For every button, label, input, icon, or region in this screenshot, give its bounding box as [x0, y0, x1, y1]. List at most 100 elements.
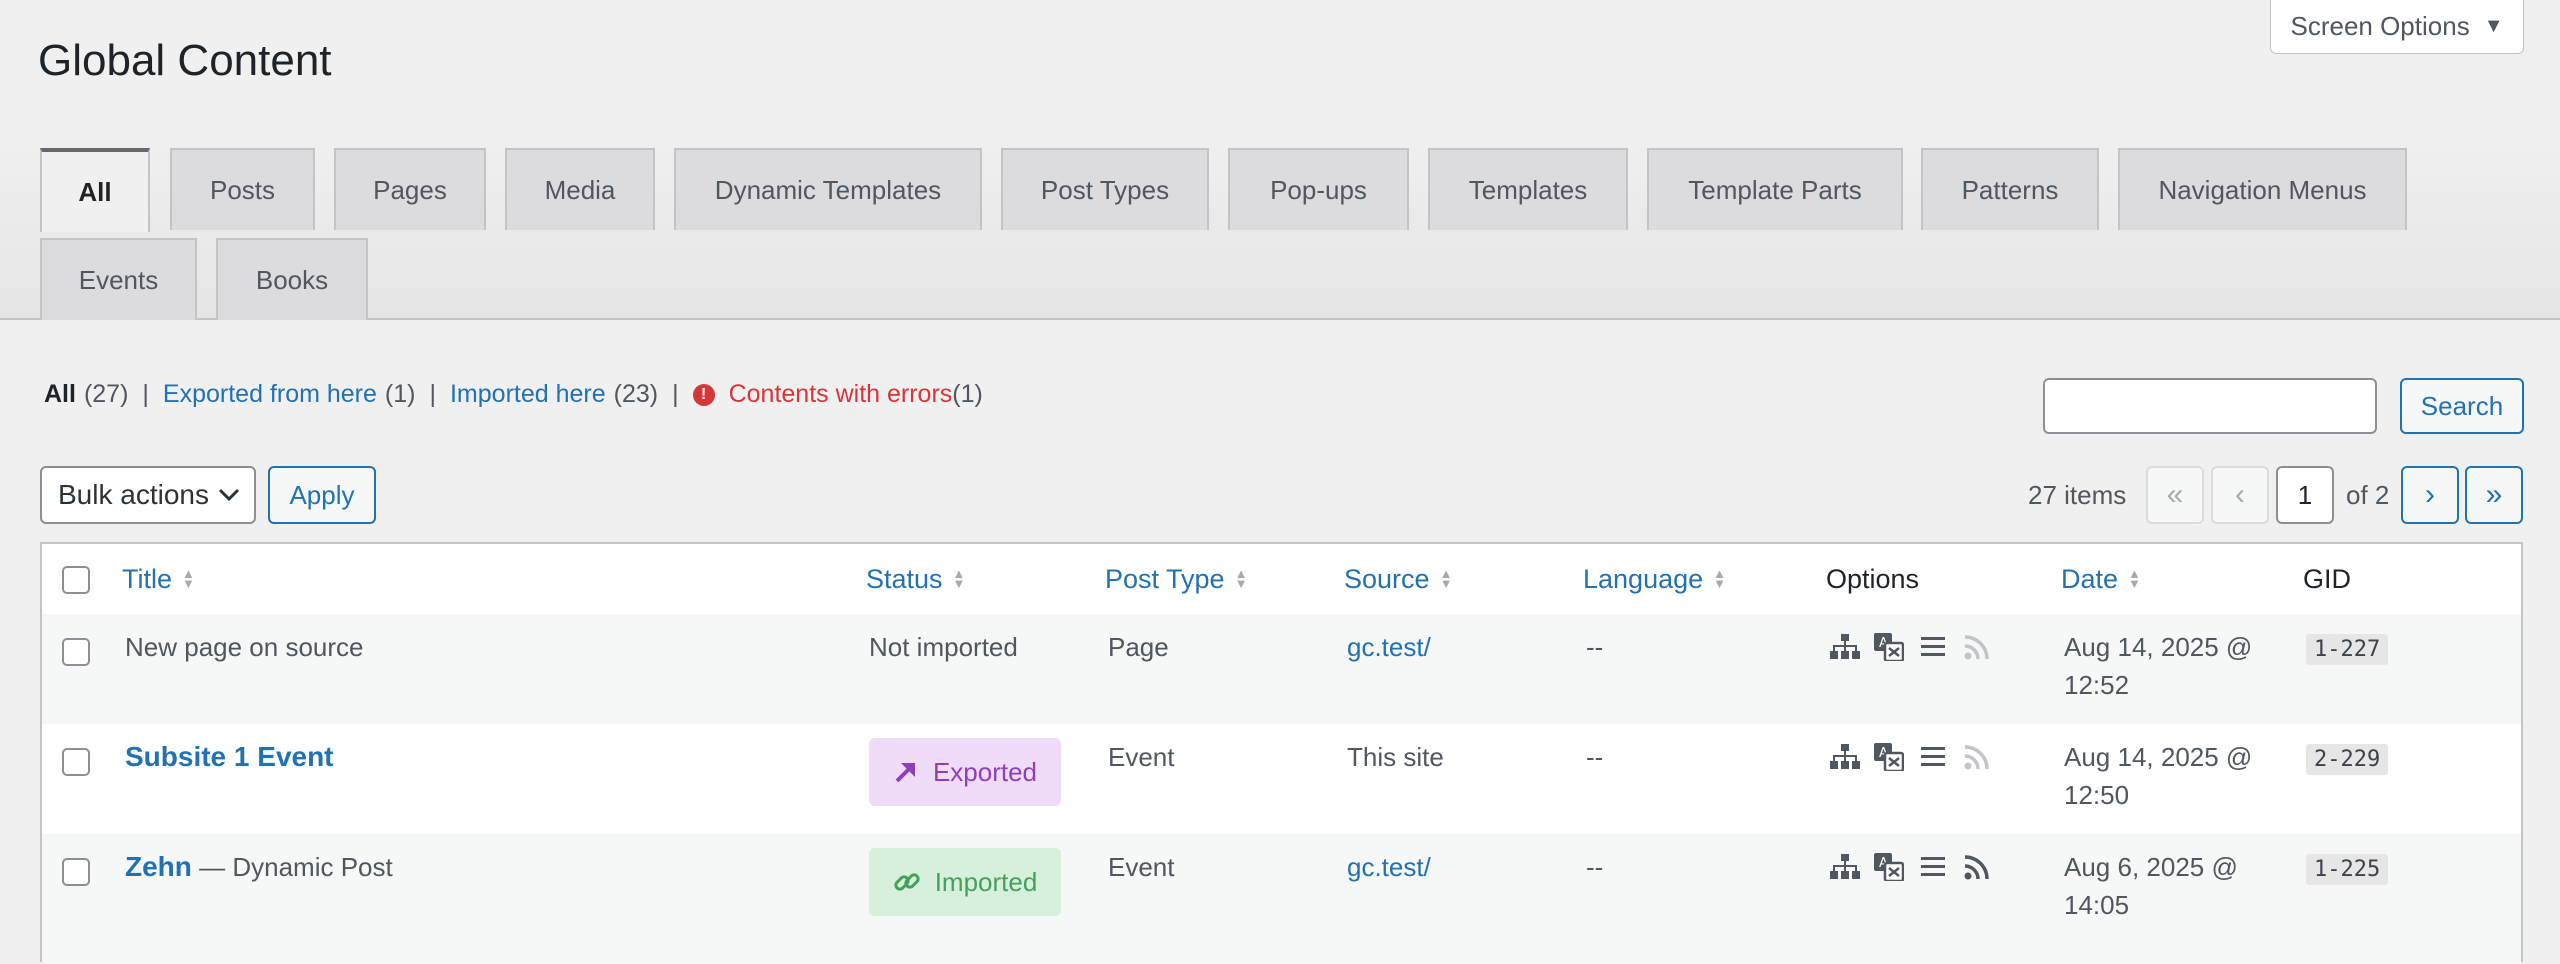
tab-all[interactable]: All	[40, 148, 150, 232]
row-post-type: Page	[1108, 632, 1169, 662]
row-time: 14:05	[2064, 890, 2130, 920]
tab-navigation-menus[interactable]: Navigation Menus	[2118, 148, 2407, 230]
tab-patterns[interactable]: Patterns	[1921, 148, 2099, 230]
column-language[interactable]: Language ▲ ▼	[1583, 544, 1726, 614]
row-source[interactable]: gc.test/	[1347, 628, 1431, 666]
sort-icon: ▲ ▼	[1713, 566, 1727, 591]
prev-page-button: ‹	[2211, 466, 2269, 524]
row-language: --	[1586, 632, 1604, 662]
filter-separator: |	[142, 380, 149, 408]
row-post-type: Event	[1108, 852, 1175, 882]
last-page-button[interactable]: »	[2465, 466, 2523, 524]
filter-separator: |	[429, 380, 436, 408]
tab-pop-ups[interactable]: Pop-ups	[1228, 148, 1409, 230]
row-options: A	[1830, 632, 1992, 662]
row-time: 12:52	[2064, 670, 2130, 700]
column-source-label: Source	[1344, 563, 1430, 594]
row-title-text: Zehn	[125, 851, 192, 882]
caret-down-icon: ▼	[2483, 15, 2504, 37]
row-source: This site	[1347, 742, 1444, 772]
filter-exported[interactable]: Exported from here	[163, 380, 377, 409]
list-icon[interactable]	[1918, 632, 1948, 662]
column-post-type[interactable]: Post Type ▲ ▼	[1105, 544, 1247, 614]
status-label: Exported	[932, 756, 1038, 787]
row-title[interactable]: Zehn — Dynamic Post	[125, 848, 393, 886]
tab-label: Pop-ups	[1270, 174, 1367, 205]
rss-icon[interactable]	[1962, 742, 1992, 772]
column-title[interactable]: Title ▲ ▼	[122, 544, 195, 614]
filter-all-count: (27)	[83, 380, 129, 408]
translate-icon[interactable]: A	[1874, 852, 1904, 882]
tab-posts[interactable]: Posts	[170, 148, 315, 230]
filter-exported-count: (1)	[384, 380, 416, 408]
list-icon[interactable]	[1918, 742, 1948, 772]
row-checkbox[interactable]	[62, 858, 90, 886]
translate-icon[interactable]: A	[1874, 742, 1904, 772]
screen-options-button[interactable]: Screen Options ▼	[2270, 0, 2524, 54]
search-input[interactable]	[2043, 378, 2377, 434]
bulk-actions-select[interactable]: Bulk actions	[40, 466, 256, 524]
row-gid: 1-225	[2306, 854, 2389, 885]
row-title[interactable]: Subsite 1 Event	[125, 738, 334, 776]
row-date: Aug 14, 2025 @	[2064, 632, 2253, 662]
sort-icon: ▲ ▼	[1234, 566, 1248, 591]
apply-button[interactable]: Apply	[268, 466, 376, 524]
row-gid: 2-229	[2306, 744, 2389, 775]
column-date-label: Date	[2061, 563, 2119, 594]
sort-icon: ▲ ▼	[182, 566, 195, 591]
table-header: Title ▲ ▼ Status ▲ ▼ Post Type ▲ ▼ Source ▲…	[42, 544, 2521, 616]
row-checkbox[interactable]	[62, 748, 90, 776]
row-options: A	[1830, 852, 1992, 882]
tab-label: Patterns	[1961, 174, 2059, 205]
tab-label: Navigation Menus	[2158, 174, 2367, 205]
sort-icon: ▲ ▼	[1439, 566, 1453, 591]
rss-icon[interactable]	[1962, 852, 1992, 882]
sitemap-icon[interactable]	[1830, 632, 1860, 662]
table-row: Zehn — Dynamic Post Imported Event gc.te…	[42, 834, 2521, 964]
page-title: Global Content	[38, 36, 332, 85]
row-title-suffix: — Dynamic Post	[191, 852, 393, 882]
rss-icon[interactable]	[1962, 632, 1992, 662]
row-language: --	[1586, 852, 1604, 882]
table-row: Subsite 1 Event Exported Event This site…	[42, 724, 2521, 834]
status-label: Imported	[934, 866, 1038, 897]
tab-dynamic-templates[interactable]: Dynamic Templates	[674, 148, 982, 230]
filter-errors[interactable]: Contents with errors	[729, 380, 953, 409]
row-title: New page on source	[125, 632, 364, 662]
select-all-checkbox[interactable]	[62, 566, 90, 594]
tab-template-parts[interactable]: Template Parts	[1647, 148, 1903, 230]
sitemap-icon[interactable]	[1830, 742, 1860, 772]
row-language: --	[1586, 742, 1604, 772]
items-count: 27 items	[2028, 480, 2127, 510]
row-source[interactable]: gc.test/	[1347, 848, 1431, 886]
column-status[interactable]: Status ▲ ▼	[866, 544, 965, 614]
tab-books[interactable]: Books	[216, 238, 368, 320]
tab-label: Events	[78, 264, 159, 295]
row-checkbox[interactable]	[62, 638, 90, 666]
search-button[interactable]: Search	[2400, 378, 2524, 434]
translate-icon[interactable]: A	[1874, 632, 1904, 662]
tab-pages[interactable]: Pages	[334, 148, 486, 230]
tab-templates[interactable]: Templates	[1428, 148, 1628, 230]
tab-label: Books	[255, 264, 329, 295]
tab-media[interactable]: Media	[505, 148, 655, 230]
column-options-label: Options	[1826, 563, 1920, 594]
filter-imported[interactable]: Imported here	[450, 380, 606, 409]
tab-events[interactable]: Events	[40, 238, 197, 320]
column-source[interactable]: Source ▲ ▼	[1344, 544, 1452, 614]
filter-separator: |	[672, 380, 679, 408]
next-page-button[interactable]: ›	[2401, 466, 2459, 524]
current-page-input[interactable]: 1	[2276, 466, 2334, 524]
table-row: New page on source Not imported Page gc.…	[42, 614, 2521, 724]
column-date[interactable]: Date ▲ ▼	[2061, 544, 2141, 614]
sort-icon: ▲ ▼	[952, 566, 966, 591]
row-time: 12:50	[2064, 780, 2130, 810]
row-date: Aug 14, 2025 @	[2064, 742, 2253, 772]
row-gid: 1-227	[2306, 634, 2389, 665]
screen-options-label: Screen Options	[2290, 11, 2470, 41]
filter-all[interactable]: All	[44, 380, 76, 409]
sitemap-icon[interactable]	[1830, 852, 1860, 882]
filter-errors-count: (1)	[952, 380, 983, 408]
tab-post-types[interactable]: Post Types	[1001, 148, 1209, 230]
list-icon[interactable]	[1918, 852, 1948, 882]
